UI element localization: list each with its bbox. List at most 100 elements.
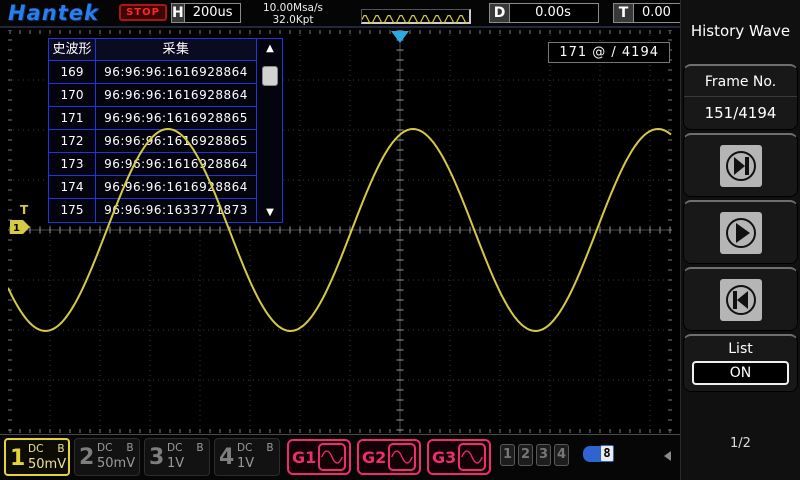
generator-label: G1 (292, 448, 318, 467)
generator-2-status[interactable]: G2 (357, 439, 421, 475)
history-table-header: 史波形 采集 (49, 39, 256, 61)
volts-per-div: 1V (167, 455, 209, 472)
bandwidth-limit-label: B (266, 441, 273, 455)
frame-no: 169 (49, 61, 96, 83)
list-toggle-panel[interactable]: List ON (683, 334, 798, 392)
horizontal-timebase-readout: H 200us (171, 3, 241, 23)
skip-back-button[interactable] (683, 267, 798, 331)
frame-time: 96:96:96:1616928864 (96, 84, 256, 106)
table-row[interactable]: 175 96:96:96:1633771873 (49, 199, 256, 222)
frame-no: 175 (49, 199, 96, 222)
frame-no: 170 (49, 84, 96, 106)
digital-channel-4[interactable]: 4 (554, 444, 569, 466)
generator-label: G3 (432, 448, 458, 467)
table-row[interactable]: 169 96:96:96:1616928864 (49, 61, 256, 84)
generator-1-status[interactable]: G1 (287, 439, 351, 475)
digital-channel-2[interactable]: 2 (518, 444, 533, 466)
channel-2-status[interactable]: 2 DC B 50mV (74, 438, 140, 476)
bandwidth-limit-label: B (196, 441, 203, 455)
coupling-label: DC (97, 441, 112, 455)
channel-3-status[interactable]: 3 DC B 1V (144, 438, 210, 476)
skip-back-icon (720, 279, 762, 321)
frame-time: 96:96:96:1616928865 (96, 130, 256, 152)
table-row[interactable]: 173 96:96:96:1616928864 (49, 153, 256, 176)
frame-time: 96:96:96:1616928864 (96, 176, 256, 198)
frame-time: 96:96:96:1616928865 (96, 107, 256, 129)
coupling-label: DC (167, 441, 182, 455)
menu-title: History Wave (681, 0, 800, 64)
frame-time: 96:96:96:1616928864 (96, 153, 256, 175)
table-row[interactable]: 174 96:96:96:1616928864 (49, 176, 256, 199)
menu-sidebar: History Wave Frame No. 151/4194 (680, 0, 800, 480)
frame-time: 96:96:96:1633771873 (96, 199, 256, 222)
frame-no: 171 (49, 107, 96, 129)
volts-per-div: 50mV (28, 456, 68, 473)
table-row[interactable]: 171 96:96:96:1616928865 (49, 107, 256, 130)
channel-1-status[interactable]: 1 DC B 50mV (4, 438, 70, 476)
generator-3-status[interactable]: G3 (427, 439, 491, 475)
channel-number: 3 (149, 441, 164, 473)
timebase-label: H (172, 4, 185, 22)
generator-label: G2 (362, 448, 388, 467)
trigger-level-readout: T 0.00 (613, 3, 688, 23)
menu-page-indicator: 1/2 (681, 436, 800, 451)
brand-logo: Hantek (8, 1, 99, 25)
channel-number: 1 (10, 442, 25, 472)
digital-channel-3[interactable]: 3 (536, 444, 551, 466)
column-header-frame: 史波形 (49, 39, 96, 60)
usb-drive-icon: 8 (583, 446, 614, 462)
digital-channels-group: 1 2 3 4 (500, 444, 569, 466)
sine-wave-icon (318, 443, 346, 471)
bandwidth-limit-label: B (57, 442, 64, 456)
trigger-label: T (614, 4, 634, 22)
volts-per-div: 50mV (97, 455, 139, 472)
preview-sine-icon (362, 14, 468, 25)
coupling-label: DC (28, 442, 43, 456)
play-button[interactable] (683, 200, 798, 264)
bandwidth-limit-label: B (126, 441, 133, 455)
play-icon (720, 212, 762, 254)
skip-forward-icon (720, 145, 762, 187)
column-header-acquire-time: 采集 (96, 39, 256, 60)
frame-no: 173 (49, 153, 96, 175)
list-label: List (684, 336, 797, 361)
usb-end-label: 8 (600, 445, 614, 462)
current-frame-counter: 171 @ / 4194 (548, 42, 670, 63)
scroll-up-arrow-icon[interactable]: ▲ (257, 43, 283, 54)
frame-no-label: Frame No. (684, 66, 797, 97)
channel-number: 4 (219, 441, 234, 473)
frame-no-panel: Frame No. 151/4194 (683, 64, 798, 130)
memory-depth: 32.0Kpt (248, 14, 338, 26)
timebase-value: 200us (185, 4, 241, 22)
delay-readout: D 0.00s (489, 3, 599, 23)
oscilloscope-screen: Hantek STOP H 200us 10.00Msa/s 32.0Kpt T… (0, 0, 800, 480)
bottom-status-bar: 1 DC B 50mV 2 DC B 50mV 3 DC B 1V 4 DC B 1V (0, 434, 680, 480)
channel-4-status[interactable]: 4 DC B 1V (214, 438, 280, 476)
volts-per-div: 1V (237, 455, 279, 472)
sample-rate: 10.00Msa/s (248, 2, 338, 14)
skip-forward-button[interactable] (683, 133, 798, 197)
table-row[interactable]: 170 96:96:96:1616928864 (49, 84, 256, 107)
run-stop-indicator[interactable]: STOP (119, 4, 167, 21)
digital-channel-1[interactable]: 1 (500, 444, 515, 466)
frame-no: 174 (49, 176, 96, 198)
table-scrollbar[interactable]: ▲ ▼ (256, 39, 282, 222)
history-frame-table[interactable]: 史波形 采集 169 96:96:96:1616928864 170 96:96… (48, 38, 283, 223)
sample-rate-readout: 10.00Msa/s 32.0Kpt (248, 2, 338, 26)
waveform-display-area: 史波形 采集 169 96:96:96:1616928864 170 96:96… (8, 30, 672, 433)
table-row[interactable]: 172 96:96:96:1616928865 (49, 130, 256, 153)
frame-time: 96:96:96:1616928864 (96, 61, 256, 83)
waveform-preview-bar: T (361, 9, 471, 24)
sine-wave-icon (388, 443, 416, 471)
delay-value: 0.00s (510, 4, 596, 22)
scrollbar-thumb[interactable] (262, 66, 278, 86)
coupling-label: DC (237, 441, 252, 455)
scroll-down-arrow-icon[interactable]: ▼ (257, 207, 283, 218)
sine-wave-icon (458, 443, 486, 471)
list-on-value[interactable]: ON (692, 361, 789, 385)
frame-no-value[interactable]: 151/4194 (684, 97, 797, 122)
delay-label: D (490, 4, 510, 22)
channel-number: 2 (79, 441, 94, 473)
trigger-value: 0.00 (634, 4, 679, 22)
collapse-arrow-icon[interactable] (664, 451, 671, 461)
